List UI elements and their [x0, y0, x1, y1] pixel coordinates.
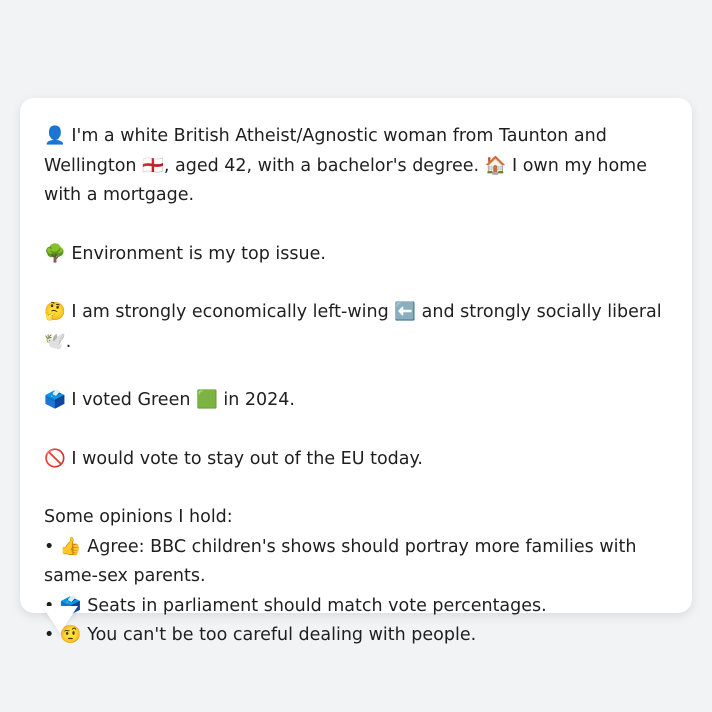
- political-position-text: 🤔 I am strongly economically left-wing ⬅…: [44, 302, 662, 352]
- top-issue-text: 🌳 Environment is my top issue.: [44, 243, 326, 264]
- opinion-item: • 🤨 You can't be too careful dealing wit…: [44, 625, 477, 645]
- opinions-heading: Some opinions I hold:: [44, 507, 233, 527]
- opinion-item: • 🗳️ Seats in parliament should match vo…: [44, 595, 547, 616]
- vote-2024-text: 🗳️ I voted Green 🟩 in 2024.: [44, 390, 295, 410]
- intro-text: 👤 I'm a white British Atheist/Agnostic w…: [44, 122, 668, 211]
- chat-bubble: 👤 I'm a white British Atheist/Agnostic w…: [20, 98, 692, 645]
- chat-bubble-tail: [42, 606, 78, 633]
- eu-stance-text: 🚫 I would vote to stay out of the EU tod…: [44, 448, 423, 469]
- opinion-item: • 👍 Agree: BBC children's shows should p…: [44, 536, 637, 587]
